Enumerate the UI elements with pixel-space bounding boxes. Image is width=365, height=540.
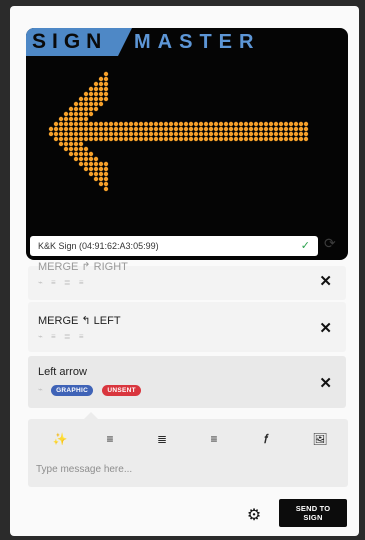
message-composer: ✨ ≡ ≣ ≡ 𝑓 🖼 bbox=[28, 419, 348, 487]
gear-icon[interactable]: ⚙ bbox=[244, 506, 264, 526]
list-item[interactable]: MERGE ↱ RIGHT ⌁ ≡ ≣ ≡ ✕ bbox=[28, 261, 346, 300]
close-icon[interactable]: ✕ bbox=[319, 319, 332, 337]
check-icon: ✓ bbox=[300, 240, 310, 252]
composer-pointer bbox=[84, 412, 98, 419]
align-left-icon[interactable]: ≡ bbox=[98, 429, 122, 449]
refresh-icon[interactable]: ⟳ bbox=[324, 235, 336, 252]
app-logo: SIGN MASTER bbox=[26, 28, 348, 56]
graphic-badge: GRAPHIC bbox=[51, 385, 94, 396]
device-name: K&K Sign (04:91:62:A3:05:99) bbox=[38, 241, 159, 251]
device-screen: SIGN MASTER K&K Sign (04:91:62:A3:05:99)… bbox=[10, 6, 359, 536]
message-title: MERGE ↰ LEFT bbox=[38, 315, 121, 327]
send-to-sign-button[interactable]: SEND TO SIGN bbox=[279, 499, 347, 527]
sign-preview: SIGN MASTER K&K Sign (04:91:62:A3:05:99)… bbox=[26, 28, 348, 260]
badge-row: ⌁ GRAPHIC UNSENT bbox=[38, 385, 145, 396]
image-icon[interactable]: 🖼 bbox=[308, 429, 332, 449]
logo-master-text: MASTER bbox=[134, 31, 261, 53]
led-arrow-graphic bbox=[48, 71, 309, 192]
align-right-icon[interactable]: ≡ bbox=[202, 429, 226, 449]
connected-device-field[interactable]: K&K Sign (04:91:62:A3:05:99) ✓ bbox=[30, 236, 318, 256]
logo-sign-text: SIGN bbox=[26, 28, 132, 56]
message-input[interactable] bbox=[36, 459, 326, 479]
close-icon[interactable]: ✕ bbox=[319, 374, 332, 392]
list-item-selected[interactable]: Left arrow ⌁ GRAPHIC UNSENT ✕ bbox=[28, 356, 346, 408]
font-icon[interactable]: 𝑓 bbox=[254, 429, 278, 449]
close-icon[interactable]: ✕ bbox=[319, 272, 332, 290]
unsent-badge: UNSENT bbox=[102, 385, 141, 396]
message-title: Left arrow bbox=[38, 366, 87, 378]
list-item[interactable]: MERGE ↰ LEFT ⌁ ≡ ≣ ≡ ✕ bbox=[28, 302, 346, 352]
magic-icon: ⌁ bbox=[38, 385, 46, 394]
format-toolbar: ✨ ≡ ≣ ≡ 𝑓 🖼 bbox=[28, 429, 348, 449]
message-title: MERGE ↱ RIGHT bbox=[38, 261, 128, 273]
format-indicators: ⌁ ≡ ≣ ≡ bbox=[38, 332, 87, 341]
effects-icon[interactable]: ✨ bbox=[48, 429, 72, 449]
format-indicators: ⌁ ≡ ≣ ≡ bbox=[38, 278, 87, 287]
align-center-icon[interactable]: ≣ bbox=[150, 429, 174, 449]
